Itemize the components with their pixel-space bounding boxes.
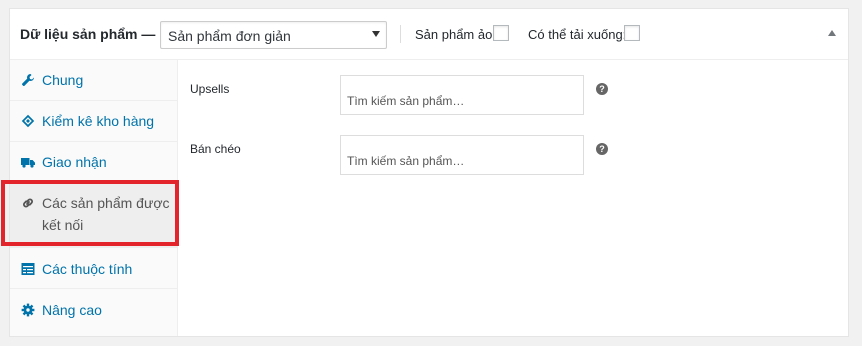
header-divider xyxy=(400,25,401,43)
virtual-label: Sản phẩm ảo: xyxy=(415,27,496,42)
tab-label: Kiểm kê kho hàng xyxy=(42,113,155,129)
tag-icon xyxy=(21,114,35,128)
tab-linked-products[interactable]: Các sản phẩm được kết nối xyxy=(10,183,177,248)
product-data-tabs: Chung Kiểm kê kho hàng Giao nhận Các sản… xyxy=(10,60,178,336)
tab-label: Các sản phẩm được xyxy=(42,195,170,211)
cross-sells-search-input[interactable]: Tìm kiếm sản phẩm… xyxy=(340,135,584,175)
gear-icon xyxy=(21,303,35,317)
product-data-panel: Dữ liệu sản phẩm — Sản phẩm đơn giản Sản… xyxy=(9,8,849,337)
upsells-placeholder: Tìm kiếm sản phẩm… xyxy=(347,94,465,108)
tab-label: Nâng cao xyxy=(42,302,102,318)
upsells-label: Upsells xyxy=(190,82,230,96)
link-icon xyxy=(21,196,35,210)
virtual-checkbox[interactable] xyxy=(493,25,509,41)
chevron-down-icon xyxy=(372,31,380,37)
downloadable-label: Có thể tải xuống: xyxy=(528,27,627,42)
panel-header: Dữ liệu sản phẩm — Sản phẩm đơn giản Sản… xyxy=(10,9,848,60)
collapse-toggle-icon[interactable] xyxy=(828,30,836,36)
cross-sells-placeholder: Tìm kiếm sản phẩm… xyxy=(347,154,465,168)
tab-label: Giao nhận xyxy=(42,154,107,170)
help-icon[interactable]: ? xyxy=(596,143,608,155)
tab-label: Các thuộc tính xyxy=(42,261,133,277)
help-icon[interactable]: ? xyxy=(596,83,608,95)
wrench-icon xyxy=(21,73,35,87)
tab-inventory[interactable]: Kiểm kê kho hàng xyxy=(10,101,177,142)
list-icon xyxy=(21,262,35,276)
tab-general[interactable]: Chung xyxy=(10,60,177,101)
product-type-select[interactable]: Sản phẩm đơn giản xyxy=(160,21,387,49)
upsells-search-input[interactable]: Tìm kiếm sản phẩm… xyxy=(340,75,584,115)
panel-title: Dữ liệu sản phẩm — xyxy=(20,26,156,42)
tab-attributes[interactable]: Các thuộc tính xyxy=(10,248,177,289)
tab-label-line2: kết nối xyxy=(42,217,84,233)
truck-icon xyxy=(21,155,35,169)
tab-label: Chung xyxy=(42,72,84,88)
tab-shipping[interactable]: Giao nhận xyxy=(10,142,177,183)
product-type-value: Sản phẩm đơn giản xyxy=(168,28,291,44)
downloadable-checkbox[interactable] xyxy=(624,25,640,41)
tab-advanced[interactable]: Nâng cao xyxy=(10,289,177,330)
cross-sells-label: Bán chéo xyxy=(190,142,241,156)
